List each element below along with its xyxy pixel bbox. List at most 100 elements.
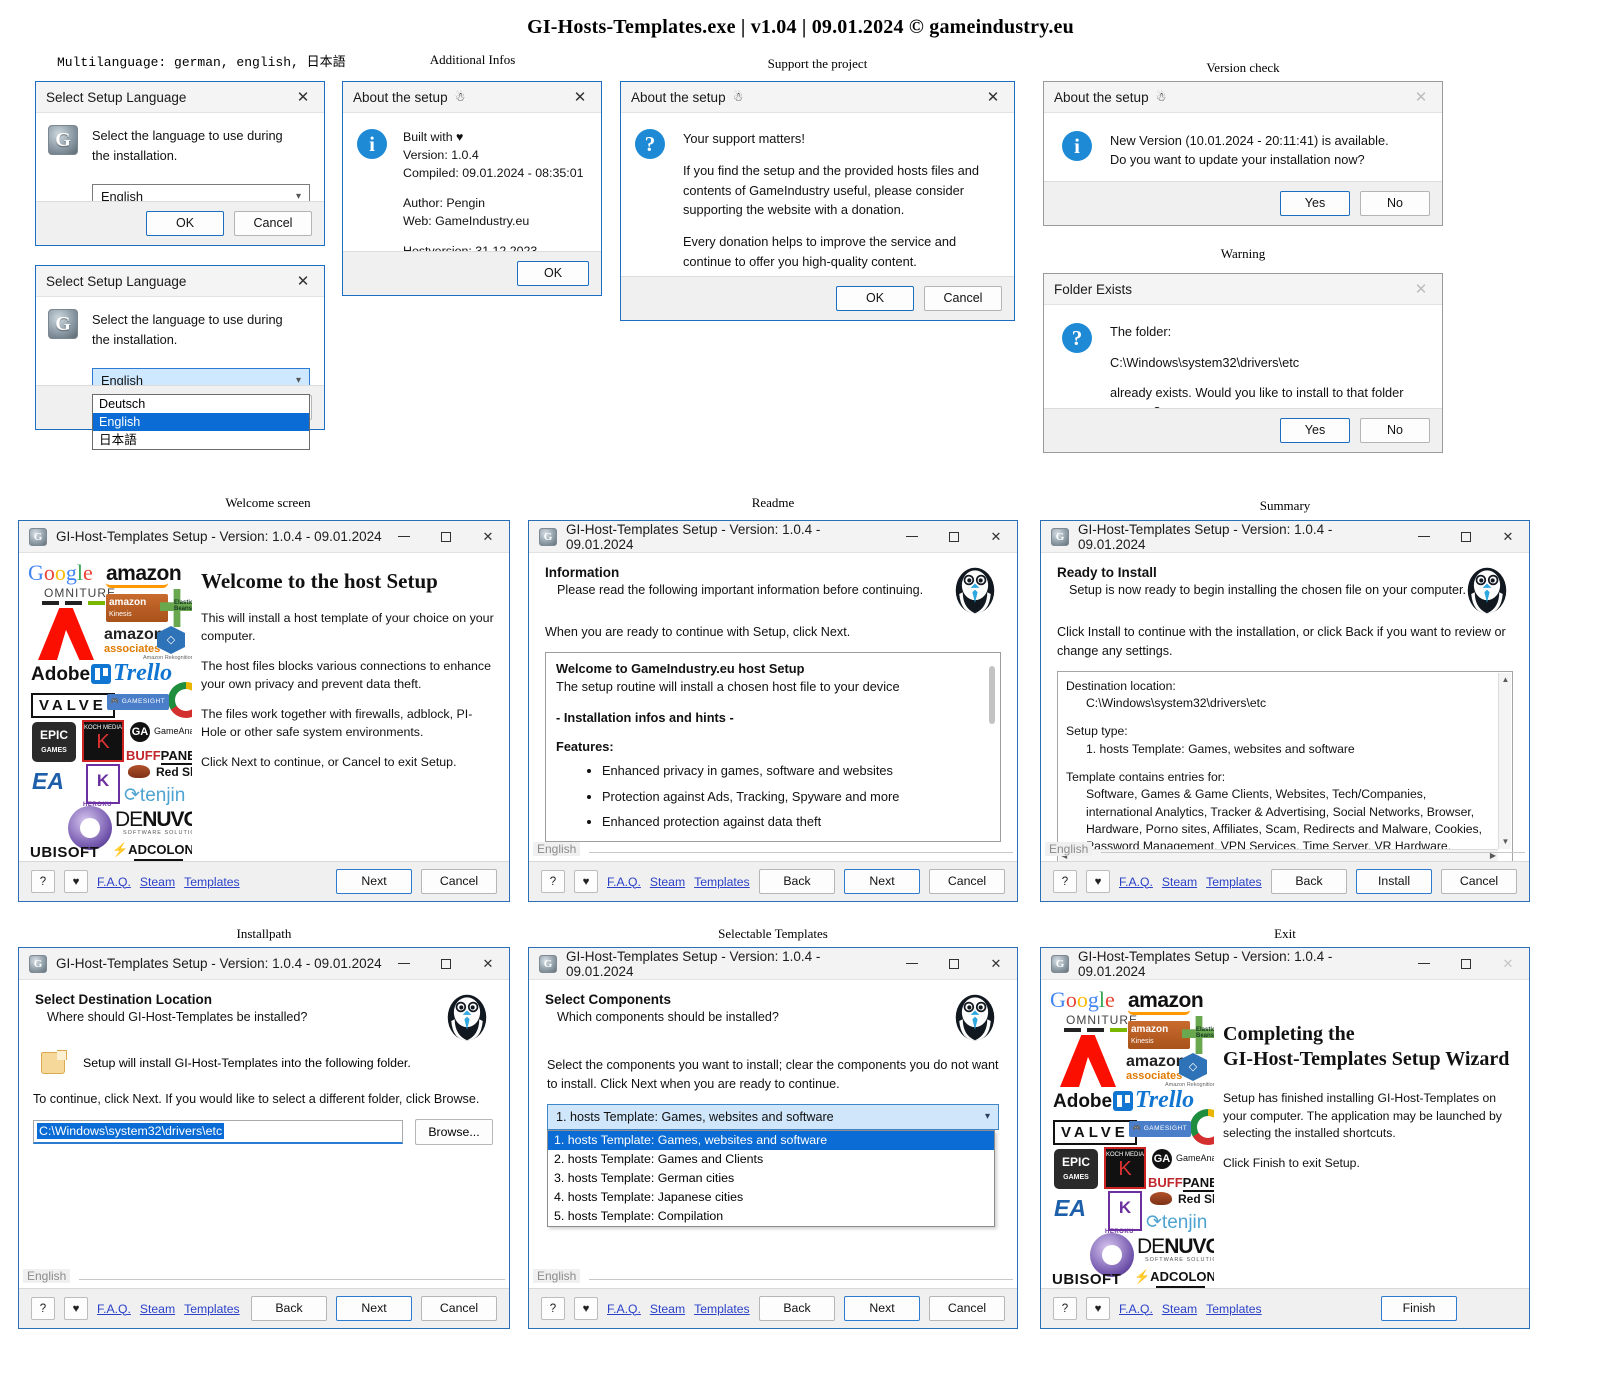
faq-link[interactable]: F.A.Q. (1119, 1302, 1153, 1316)
logo-trello-bar1 (1117, 1095, 1122, 1107)
help-button[interactable]: ? (1053, 1297, 1077, 1320)
faq-link[interactable]: F.A.Q. (1119, 875, 1153, 889)
no-button[interactable]: No (1360, 191, 1430, 216)
cancel-button[interactable]: Cancel (929, 869, 1005, 894)
back-button[interactable]: Back (1271, 869, 1347, 894)
close-icon[interactable]: ✕ (978, 84, 1008, 110)
browse-button[interactable]: Browse... (415, 1118, 493, 1145)
minimize-icon[interactable] (1403, 948, 1445, 979)
help-button[interactable]: ? (541, 1297, 565, 1320)
language-option-japanese[interactable]: 日本語 (93, 431, 309, 449)
help-button[interactable]: ? (31, 1297, 55, 1320)
language-option-english[interactable]: English (93, 412, 309, 431)
maximize-icon[interactable] (933, 948, 975, 979)
close-icon[interactable]: ✕ (467, 948, 509, 979)
language-option-deutsch[interactable]: Deutsch (93, 395, 309, 413)
close-icon[interactable]: ✕ (975, 521, 1017, 552)
cancel-button[interactable]: Cancel (924, 286, 1002, 311)
close-icon[interactable]: ✕ (288, 268, 318, 294)
faq-link[interactable]: F.A.Q. (97, 875, 131, 889)
heart-icon[interactable]: ♥ (64, 1297, 88, 1320)
about-web: Web: GameIndustry.eu (403, 213, 530, 228)
templates-link[interactable]: Templates (694, 1302, 750, 1316)
close-icon[interactable]: ✕ (1487, 948, 1529, 979)
scrollbar-thumb[interactable] (989, 665, 995, 724)
templates-link[interactable]: Templates (1206, 875, 1262, 889)
maximize-icon[interactable] (425, 521, 467, 552)
destination-path-input[interactable]: C:\Windows\system32\drivers\etc (33, 1119, 403, 1144)
faq-link[interactable]: F.A.Q. (97, 1302, 131, 1316)
no-button[interactable]: No (1360, 418, 1430, 443)
list-item: Protection against Ads, Tracking, Spywar… (602, 788, 990, 807)
minimize-icon[interactable] (1403, 521, 1445, 552)
ok-button[interactable]: OK (517, 261, 589, 286)
yes-button[interactable]: Yes (1280, 191, 1350, 216)
help-button[interactable]: ? (31, 870, 55, 893)
templates-link[interactable]: Templates (1206, 1302, 1262, 1316)
close-icon[interactable]: ✕ (1406, 276, 1436, 302)
steam-link[interactable]: Steam (650, 875, 685, 889)
yes-button[interactable]: Yes (1280, 418, 1350, 443)
templates-link[interactable]: Templates (184, 875, 240, 889)
minimize-icon[interactable] (891, 521, 933, 552)
component-option-4[interactable]: 4. hosts Template: Japanese cities (548, 1188, 994, 1207)
install-button[interactable]: Install (1356, 869, 1432, 894)
steam-link[interactable]: Steam (1162, 875, 1197, 889)
heart-icon[interactable]: ♥ (1086, 1297, 1110, 1320)
next-button[interactable]: Next (336, 869, 412, 894)
minimize-icon[interactable] (383, 521, 425, 552)
component-option-3[interactable]: 3. hosts Template: German cities (548, 1169, 994, 1188)
close-icon[interactable]: ✕ (467, 521, 509, 552)
heart-icon[interactable]: ♥ (574, 1297, 598, 1320)
maximize-icon[interactable] (425, 948, 467, 979)
scroll-up-icon[interactable]: ▲ (1499, 673, 1512, 687)
cancel-button[interactable]: Cancel (234, 211, 312, 236)
templates-link[interactable]: Templates (184, 1302, 240, 1316)
cancel-button[interactable]: Cancel (421, 1296, 497, 1321)
minimize-icon[interactable] (383, 948, 425, 979)
component-option-1[interactable]: 1. hosts Template: Games, websites and s… (548, 1130, 994, 1150)
close-icon[interactable]: ✕ (288, 84, 318, 110)
language-instruction: Select the language to use during the in… (92, 128, 283, 163)
ok-button[interactable]: OK (836, 286, 914, 311)
cancel-button[interactable]: Cancel (929, 1296, 1005, 1321)
close-icon[interactable]: ✕ (565, 84, 595, 110)
component-select[interactable]: 1. hosts Template: Games, websites and s… (547, 1103, 999, 1130)
maximize-icon[interactable] (1445, 948, 1487, 979)
readme-memo[interactable]: Welcome to GameIndustry.eu host Setup Th… (545, 651, 1001, 842)
help-button[interactable]: ? (541, 870, 565, 893)
component-option-2[interactable]: 2. hosts Template: Games and Clients (548, 1150, 994, 1169)
maximize-icon[interactable] (1445, 521, 1487, 552)
back-button[interactable]: Back (251, 1296, 327, 1321)
finish-button[interactable]: Finish (1381, 1296, 1457, 1321)
cancel-button[interactable]: Cancel (1441, 869, 1517, 894)
close-icon[interactable]: ✕ (1406, 84, 1436, 110)
ok-button[interactable]: OK (146, 211, 224, 236)
faq-link[interactable]: F.A.Q. (607, 1302, 641, 1316)
help-button[interactable]: ? (1053, 870, 1077, 893)
close-icon[interactable]: ✕ (1487, 521, 1529, 552)
back-button[interactable]: Back (759, 869, 835, 894)
minimize-icon[interactable] (891, 948, 933, 979)
heart-icon[interactable]: ♥ (574, 870, 598, 893)
steam-link[interactable]: Steam (1162, 1302, 1197, 1316)
next-button[interactable]: Next (844, 1296, 920, 1321)
steam-link[interactable]: Steam (650, 1302, 685, 1316)
next-button[interactable]: Next (844, 869, 920, 894)
cancel-button[interactable]: Cancel (421, 869, 497, 894)
heart-icon[interactable]: ♥ (64, 870, 88, 893)
maximize-icon[interactable] (933, 521, 975, 552)
next-button[interactable]: Next (336, 1296, 412, 1321)
memo-scrollbar[interactable] (986, 653, 999, 840)
close-icon[interactable]: ✕ (975, 948, 1017, 979)
summary-vscrollbar[interactable]: ▲ ▼ (1498, 672, 1512, 849)
window-titlebar: G GI-Host-Templates Setup - Version: 1.0… (529, 948, 1017, 980)
templates-link[interactable]: Templates (694, 875, 750, 889)
summary-memo[interactable]: Destination location: C:\Windows\system3… (1057, 670, 1513, 862)
steam-link[interactable]: Steam (140, 1302, 175, 1316)
back-button[interactable]: Back (759, 1296, 835, 1321)
steam-link[interactable]: Steam (140, 875, 175, 889)
component-option-5[interactable]: 5. hosts Template: Compilation (548, 1207, 994, 1226)
faq-link[interactable]: F.A.Q. (607, 875, 641, 889)
heart-icon[interactable]: ♥ (1086, 870, 1110, 893)
